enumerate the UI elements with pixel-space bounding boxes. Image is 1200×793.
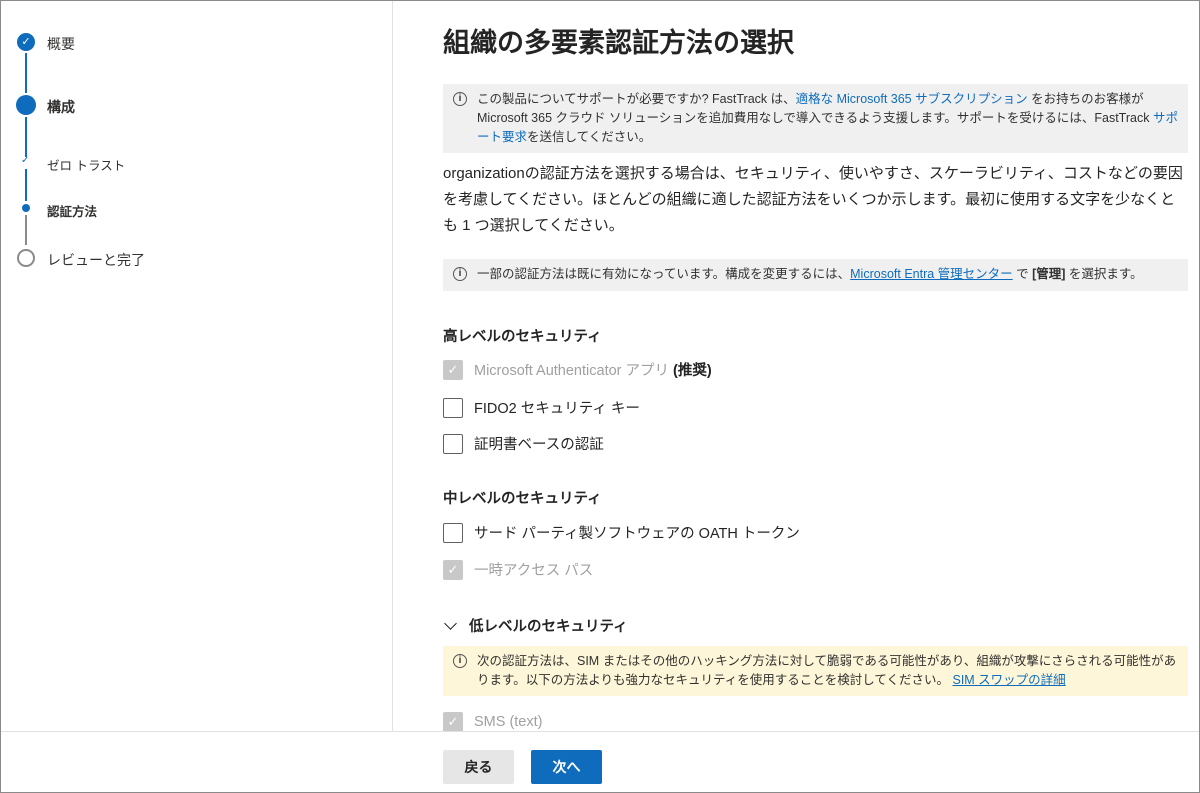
current-substep-icon (22, 204, 30, 212)
checkbox-label: FIDO2 セキュリティ キー (474, 401, 640, 417)
checkbox-label: 一時アクセス パス (474, 563, 594, 579)
check-circle-icon: ✓ (17, 33, 35, 51)
info-text: で (1012, 267, 1033, 281)
checkbox-temporary-access-pass[interactable]: ✓ 一時アクセス パス (443, 559, 593, 580)
back-button[interactable]: 戻る (443, 750, 514, 784)
checkbox-certificate-auth[interactable]: 証明書ベースの認証 (443, 433, 604, 454)
high-security-heading: 高レベルのセキュリティ (443, 329, 602, 345)
info-text: 一部の認証方法は既に有効になっています。構成を変更するには、 (477, 267, 851, 281)
pending-step-icon (17, 249, 35, 267)
checkbox-checked-icon: ✓ (443, 359, 463, 380)
entra-admin-center-link[interactable]: Microsoft Entra 管理センター (850, 267, 1013, 281)
manage-label: [管理] (1032, 267, 1066, 281)
checkbox-fido2[interactable]: FIDO2 セキュリティ キー (443, 397, 640, 418)
footer: 戻る 次へ (1, 731, 1199, 792)
chevron-down-icon (444, 617, 457, 630)
step-connector (25, 117, 27, 157)
step-overview[interactable]: 概要 (47, 34, 75, 54)
checkbox-icon (443, 522, 463, 543)
recommended-label: (推奨) (673, 363, 712, 379)
warning-text: 次の認証方法は、SIM またはその他のハッキング方法に対して脆弱である可能性があ… (477, 654, 1177, 687)
medium-security-heading: 中レベルのセキュリティ (443, 491, 602, 507)
checkbox-label: SMS (text) (474, 714, 543, 730)
step-configuration[interactable]: 構成 (47, 97, 75, 117)
sim-warning-banner: i 次の認証方法は、SIM またはその他のハッキング方法に対して脆弱である可能性… (443, 646, 1188, 696)
info-text: この製品についてサポートが必要ですか? FastTrack は、 (477, 92, 796, 106)
step-connector (25, 53, 27, 93)
sim-swap-details-link[interactable]: SIM スワップの詳細 (952, 673, 1065, 687)
info-icon: i (453, 267, 467, 281)
low-security-heading: 低レベルのセキュリティ (469, 619, 628, 635)
description: organizationの認証方法を選択する場合は、セキュリティ、使いやすさ、ス… (443, 165, 1183, 234)
checkbox-sms[interactable]: ✓ SMS (text) (443, 712, 542, 731)
checkbox-icon (443, 397, 463, 418)
step-connector (25, 169, 27, 201)
checkbox-microsoft-authenticator[interactable]: ✓ Microsoft Authenticator アプリ (推奨) (443, 359, 712, 380)
checkbox-label: サード パーティ製ソフトウェアの OATH トークン (474, 526, 800, 542)
info-text: を送信してください。 (527, 130, 652, 144)
checkbox-label: 証明書ベースの認証 (474, 437, 604, 453)
step-connector (25, 215, 27, 245)
checkbox-icon (443, 433, 463, 454)
current-step-icon (16, 95, 36, 115)
fasttrack-info-banner: i この製品についてサポートが必要ですか? FastTrack は、適格な Mi… (443, 84, 1188, 153)
next-button[interactable]: 次へ (531, 750, 602, 784)
step-zero-trust[interactable]: ゼロ トラスト (47, 155, 125, 174)
checkbox-checked-icon: ✓ (443, 712, 463, 731)
info-icon: i (453, 92, 467, 106)
checkbox-checked-icon: ✓ (443, 559, 463, 580)
enabled-methods-banner: i 一部の認証方法は既に有効になっています。構成を変更するには、Microsof… (443, 259, 1188, 291)
checkbox-label: Microsoft Authenticator アプリ (474, 363, 670, 379)
page-title: 組織の多要素認証方法の選択 (443, 28, 794, 58)
wizard-steps: ✓ 概要 構成 ✓ ゼロ トラスト 認証方法 レビューと完了 (1, 1, 393, 731)
step-auth-methods[interactable]: 認証方法 (47, 201, 97, 220)
checkbox-oath-token[interactable]: サード パーティ製ソフトウェアの OATH トークン (443, 522, 800, 543)
step-review-finish[interactable]: レビューと完了 (47, 250, 145, 270)
info-text: を選択ます。 (1065, 267, 1143, 281)
main-content: 組織の多要素認証方法の選択 i この製品についてサポートが必要ですか? Fast… (394, 1, 1199, 731)
info-icon: i (453, 654, 467, 668)
eligible-subscription-link[interactable]: 適格な Microsoft 365 サブスクリプション (796, 92, 1028, 106)
low-security-toggle[interactable]: 低レベルのセキュリティ (443, 615, 628, 636)
check-icon: ✓ (21, 155, 30, 166)
